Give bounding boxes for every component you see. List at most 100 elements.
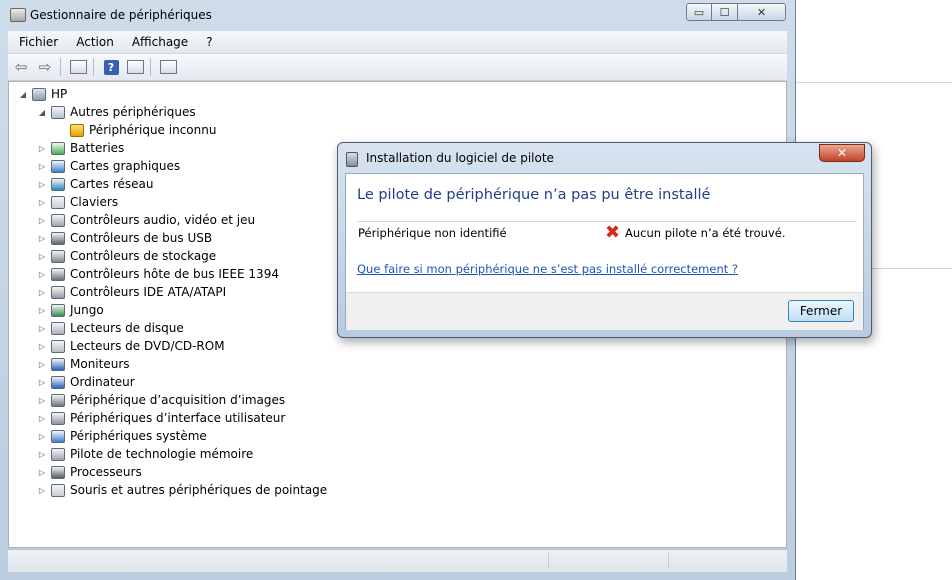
install-status: Aucun pilote n’a été trouvé. bbox=[625, 226, 786, 240]
help-button[interactable]: ? bbox=[100, 57, 122, 77]
view-button[interactable] bbox=[124, 57, 146, 77]
expand-arrow-icon[interactable]: ▷ bbox=[36, 288, 48, 297]
tree-category[interactable]: ▷ Processeurs bbox=[36, 463, 142, 481]
forward-arrow-icon: ⇨ bbox=[38, 58, 52, 76]
display-adapter-icon bbox=[51, 159, 65, 173]
tree-item-label: Pilote de technologie mémoire bbox=[70, 447, 254, 461]
monitor-icon bbox=[51, 357, 65, 371]
expand-arrow-icon[interactable]: ▷ bbox=[36, 306, 48, 315]
expand-arrow-icon[interactable]: ▷ bbox=[36, 468, 48, 477]
tree-item-label: Lecteurs de DVD/CD-ROM bbox=[70, 339, 225, 353]
minimize-button[interactable]: ▭ bbox=[686, 3, 712, 21]
menu-fichier[interactable]: Fichier bbox=[8, 35, 65, 49]
expand-arrow-icon[interactable]: ▷ bbox=[36, 234, 48, 243]
tree-root[interactable]: ◢ HP bbox=[17, 85, 67, 103]
expand-arrow-icon[interactable]: ▷ bbox=[36, 270, 48, 279]
tree-item-label: Processeurs bbox=[70, 465, 142, 479]
close-button[interactable]: ✕ bbox=[738, 3, 786, 21]
expand-arrow-icon[interactable]: ▷ bbox=[36, 414, 48, 423]
tree-category[interactable]: ▷ Contrôleurs de bus USB bbox=[36, 229, 212, 247]
tree-category[interactable]: ▷ Batteries bbox=[36, 139, 124, 157]
tree-category[interactable]: ▷ Moniteurs bbox=[36, 355, 130, 373]
dialog-close-button[interactable]: ✕ bbox=[819, 144, 865, 162]
tree-category[interactable]: ▷ Cartes réseau bbox=[36, 175, 154, 193]
unknown-device-icon bbox=[51, 105, 65, 119]
expand-arrow-icon[interactable]: ▷ bbox=[36, 324, 48, 333]
title-bar[interactable]: Gestionnaire de périphériques ▭ ☐ ✕ bbox=[0, 0, 795, 30]
back-arrow-icon: ⇦ bbox=[14, 58, 28, 76]
status-bar bbox=[8, 549, 787, 572]
forward-button[interactable]: ⇨ bbox=[34, 57, 56, 77]
expand-arrow-icon[interactable]: ▷ bbox=[36, 486, 48, 495]
tree-category[interactable]: ▷ Pilote de technologie mémoire bbox=[36, 445, 253, 463]
camera-icon bbox=[51, 393, 65, 407]
expand-arrow-icon[interactable]: ▷ bbox=[36, 432, 48, 441]
tree-category[interactable]: ▷ Claviers bbox=[36, 193, 118, 211]
tree-category[interactable]: ▷ Contrôleurs de stockage bbox=[36, 247, 216, 265]
expand-arrow-icon[interactable]: ▷ bbox=[36, 396, 48, 405]
expand-arrow-icon[interactable]: ▷ bbox=[36, 198, 48, 207]
usb-icon bbox=[51, 231, 65, 245]
hid-icon bbox=[51, 411, 65, 425]
toolbar-separator bbox=[93, 58, 94, 76]
tree-category[interactable]: ▷ Souris et autres périphériques de point… bbox=[36, 481, 327, 499]
driver-package-icon bbox=[346, 152, 358, 167]
tree-item-label: Contrôleurs de stockage bbox=[70, 249, 217, 263]
tree-category[interactable]: ▷ Contrôleurs audio, vidéo et jeu bbox=[36, 211, 255, 229]
menu-affichage[interactable]: Affichage bbox=[121, 35, 195, 49]
maximize-button[interactable]: ☐ bbox=[712, 3, 738, 21]
expand-arrow-icon[interactable]: ▷ bbox=[36, 180, 48, 189]
tree-item-label: Claviers bbox=[70, 195, 119, 209]
expand-arrow-icon[interactable]: ▷ bbox=[36, 144, 48, 153]
expand-arrow-icon[interactable]: ▷ bbox=[36, 378, 48, 387]
menu-action[interactable]: Action bbox=[65, 35, 121, 49]
tree-category[interactable]: ▷ Ordinateur bbox=[36, 373, 135, 391]
processor-icon bbox=[51, 465, 65, 479]
expand-arrow-icon[interactable]: ▷ bbox=[36, 216, 48, 225]
tree-item-label: Cartes graphiques bbox=[70, 159, 181, 173]
tree-category[interactable]: ▷ Périphérique d’acquisition d’images bbox=[36, 391, 285, 409]
close-dialog-button[interactable]: Fermer bbox=[788, 300, 854, 322]
properties-icon bbox=[69, 60, 87, 74]
expand-arrow-icon[interactable]: ▷ bbox=[36, 450, 48, 459]
expand-arrow-icon[interactable]: ▷ bbox=[36, 360, 48, 369]
tree-category[interactable]: ▷ Lecteurs de disque bbox=[36, 319, 184, 337]
keyboard-icon bbox=[51, 195, 65, 209]
dialog-footer: Fermer bbox=[346, 292, 863, 330]
tree-item-label: Souris et autres périphériques de pointa… bbox=[70, 483, 328, 497]
tree-item-label: Contrôleurs IDE ATA/ATAPI bbox=[70, 285, 227, 299]
collapse-arrow-icon[interactable]: ◢ bbox=[36, 108, 48, 117]
scan-hardware-button[interactable] bbox=[157, 57, 179, 77]
tree-item-label: Jungo bbox=[70, 303, 104, 317]
tree-category[interactable]: ▷ Lecteurs de DVD/CD-ROM bbox=[36, 337, 225, 355]
menu-help[interactable]: ? bbox=[195, 35, 219, 49]
tree-category[interactable]: ▷ Périphériques système bbox=[36, 427, 207, 445]
tree-item-label: Contrôleurs hôte de bus IEEE 1394 bbox=[70, 267, 279, 281]
tree-category[interactable]: ▷ Contrôleurs IDE ATA/ATAPI bbox=[36, 283, 226, 301]
tree-category[interactable]: ◢ Autres périphériques bbox=[36, 103, 196, 121]
tree-child-item[interactable]: Périphérique inconnu bbox=[55, 121, 216, 139]
device-name: Périphérique non identifié bbox=[358, 226, 507, 240]
back-button[interactable]: ⇦ bbox=[10, 57, 32, 77]
battery-icon bbox=[51, 141, 65, 155]
expand-arrow-icon[interactable]: ▷ bbox=[36, 252, 48, 261]
computer-icon bbox=[51, 375, 65, 389]
firewire-icon bbox=[51, 267, 65, 281]
warning-device-icon bbox=[70, 123, 84, 137]
tree-category[interactable]: ▷ Contrôleurs hôte de bus IEEE 1394 bbox=[36, 265, 279, 283]
view-icon bbox=[126, 60, 144, 74]
device-manager-icon bbox=[10, 8, 26, 22]
driver-install-dialog: Installation du logiciel de pilote ✕ Le … bbox=[337, 142, 872, 338]
memory-icon bbox=[51, 447, 65, 461]
tree-category[interactable]: ▷ Jungo bbox=[36, 301, 104, 319]
tree-category[interactable]: ▷ Périphériques d’interface utilisateur bbox=[36, 409, 285, 427]
collapse-arrow-icon[interactable]: ◢ bbox=[17, 90, 29, 99]
help-link[interactable]: Que faire si mon périphérique ne s’est p… bbox=[357, 262, 738, 276]
expand-arrow-icon[interactable]: ▷ bbox=[36, 162, 48, 171]
expand-arrow-icon[interactable]: ▷ bbox=[36, 342, 48, 351]
menu-bar: Fichier Action Affichage ? bbox=[8, 31, 787, 53]
toolbar-separator bbox=[150, 58, 151, 76]
tree-category[interactable]: ▷ Cartes graphiques bbox=[36, 157, 180, 175]
jungo-device-icon bbox=[51, 303, 65, 317]
properties-button[interactable] bbox=[67, 57, 89, 77]
